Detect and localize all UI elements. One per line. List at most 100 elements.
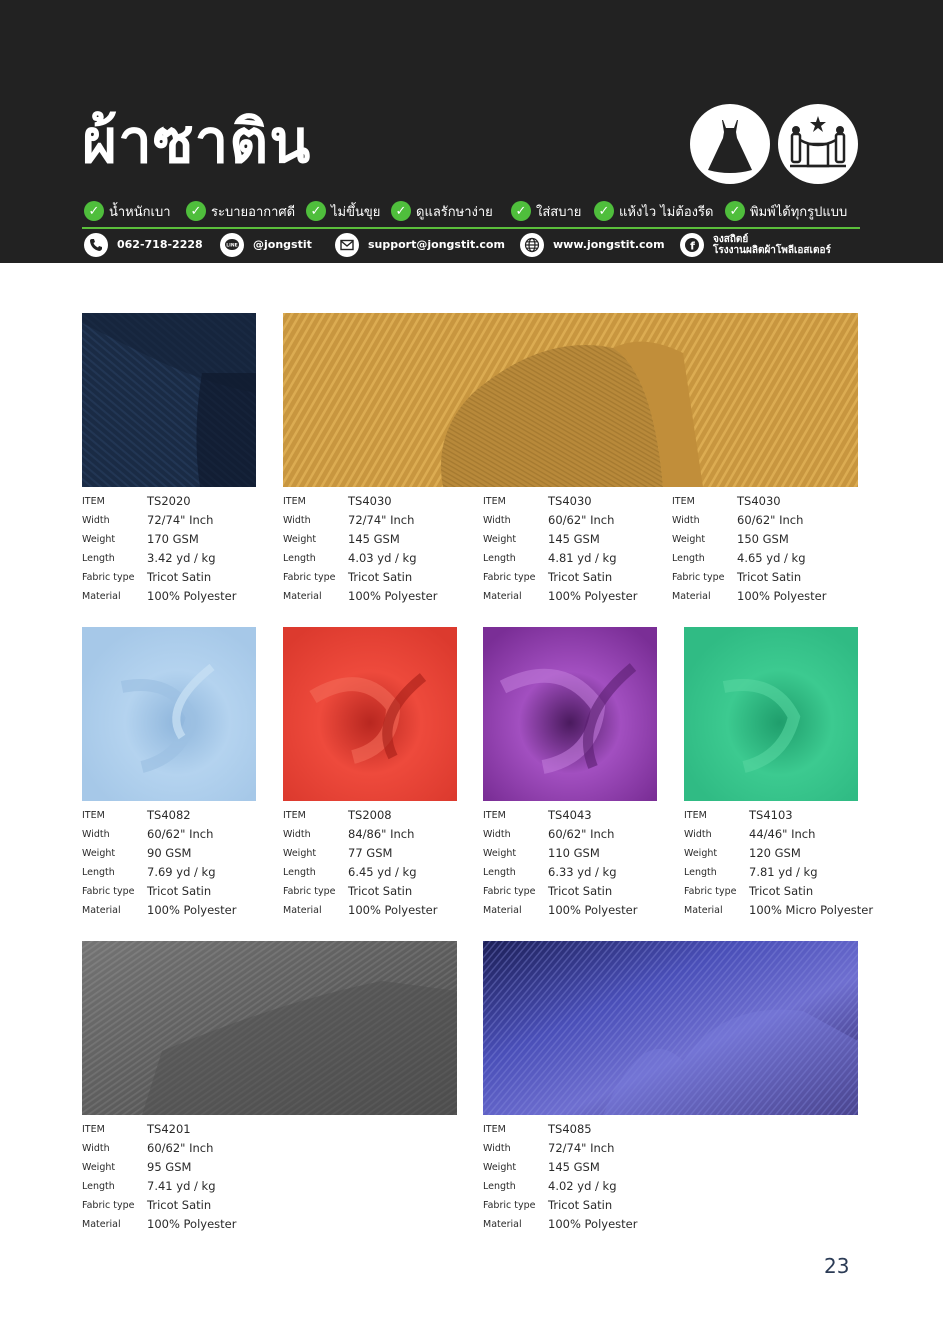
spec-label: Width — [483, 515, 511, 526]
spec-label: Fabric type — [483, 572, 536, 583]
spec-value-weight: 170 GSM — [147, 532, 199, 546]
spec-value-material: 100% Polyester — [147, 589, 237, 603]
feature-item: ✓ ไม่ขึ้นขุย — [306, 200, 380, 222]
facebook-contact[interactable]: f จงสถิตย์ โรงงานผลิตผ้าโพลีเอสเตอร์ — [680, 233, 831, 257]
spec-row-material: Material 100% Polyester — [283, 901, 483, 920]
spec-label: Material — [82, 905, 121, 916]
spec-value-weight: 90 GSM — [147, 846, 192, 860]
fabric-spec-table: ITEM TS4030 Width 72/74" Inch Weight 145 GSM L… — [283, 492, 483, 606]
spec-row-item: ITEM TS4082 — [82, 806, 282, 825]
spec-value-length: 6.33 yd / kg — [548, 865, 617, 879]
spec-row-item: ITEM TS4030 — [672, 492, 872, 511]
spec-value-item: TS4085 — [548, 1122, 592, 1136]
spec-label: ITEM — [672, 496, 695, 507]
spec-row-item: ITEM TS4030 — [283, 492, 483, 511]
spec-value-width: 60/62" Inch — [147, 827, 214, 841]
spec-label: Length — [483, 1181, 516, 1192]
spec-label: Weight — [483, 1162, 517, 1173]
spec-label: Length — [82, 553, 115, 564]
spec-label: Width — [283, 515, 311, 526]
fabric-spec-table: ITEM TS4030 Width 60/62" Inch Weight 145 GSM L… — [483, 492, 683, 606]
spec-label: Weight — [82, 1162, 116, 1173]
facebook-name: จงสถิตย์ โรงงานผลิตผ้าโพลีเอสเตอร์ — [704, 234, 831, 256]
spec-row-fabric-type: Fabric type Tricot Satin — [483, 1196, 683, 1215]
spec-row-width: Width 60/62" Inch — [82, 825, 282, 844]
spec-label: ITEM — [82, 496, 105, 507]
award-stage-icon — [778, 104, 858, 184]
spec-row-width: Width 44/46" Inch — [684, 825, 884, 844]
spec-label: Material — [684, 905, 723, 916]
divider — [82, 227, 860, 229]
spec-label: ITEM — [82, 1124, 105, 1135]
spec-row-weight: Weight 145 GSM — [283, 530, 483, 549]
feature-item: ✓ พิมพ์ได้ทุกรูปแบบ — [725, 200, 847, 222]
spec-label: ITEM — [483, 810, 506, 821]
spec-label: Fabric type — [684, 886, 737, 897]
spec-row-material: Material 100% Polyester — [483, 1215, 683, 1234]
spec-label: Fabric type — [283, 886, 336, 897]
spec-value-fabric-type: Tricot Satin — [147, 884, 212, 898]
facebook-line-2: โรงงานผลิตผ้าโพลีเอสเตอร์ — [713, 245, 831, 256]
website-contact[interactable]: www.jongstit.com — [520, 233, 665, 257]
spec-label: ITEM — [283, 810, 306, 821]
spec-value-width: 60/62" Inch — [548, 827, 615, 841]
fabric-swatch-image — [82, 313, 256, 487]
spec-value-item: TS4043 — [548, 808, 592, 822]
spec-value-length: 4.03 yd / kg — [348, 551, 417, 565]
spec-row-weight: Weight 110 GSM — [483, 844, 683, 863]
spec-row-length: Length 4.02 yd / kg — [483, 1177, 683, 1196]
spec-row-fabric-type: Fabric type Tricot Satin — [283, 568, 483, 587]
spec-row-fabric-type: Fabric type Tricot Satin — [672, 568, 872, 587]
spec-value-item: TS4030 — [548, 494, 592, 508]
website-url: www.jongstit.com — [553, 238, 665, 251]
spec-row-length: Length 4.81 yd / kg — [483, 549, 683, 568]
spec-row-length: Length 3.42 yd / kg — [82, 549, 282, 568]
spec-row-item: ITEM TS4043 — [483, 806, 683, 825]
spec-row-weight: Weight 145 GSM — [483, 1158, 683, 1177]
check-icon: ✓ — [306, 201, 326, 221]
line-contact[interactable]: LINE @jongstit — [220, 233, 312, 257]
spec-label: Weight — [283, 848, 317, 859]
phone-contact[interactable]: 062-718-2228 — [84, 233, 203, 257]
spec-value-material: 100% Micro Polyester — [749, 903, 874, 917]
spec-label: Weight — [483, 848, 517, 859]
spec-value-width: 72/74" Inch — [147, 513, 214, 527]
spec-row-length: Length 6.45 yd / kg — [283, 863, 483, 882]
fabric-swatch-image — [684, 627, 858, 801]
spec-label: ITEM — [483, 496, 506, 507]
spec-label: Material — [672, 591, 711, 602]
spec-value-material: 100% Polyester — [147, 1217, 237, 1231]
spec-value-length: 4.81 yd / kg — [548, 551, 617, 565]
spec-row-item: ITEM TS4085 — [483, 1120, 683, 1139]
spec-row-material: Material 100% Polyester — [82, 1215, 282, 1234]
spec-label: Width — [82, 515, 110, 526]
spec-value-width: 72/74" Inch — [348, 513, 415, 527]
spec-label: Length — [82, 867, 115, 878]
spec-label: Weight — [672, 534, 706, 545]
spec-row-width: Width 60/62" Inch — [672, 511, 872, 530]
spec-label: ITEM — [82, 810, 105, 821]
spec-value-length: 7.81 yd / kg — [749, 865, 818, 879]
spec-label: Material — [483, 905, 522, 916]
email-contact[interactable]: support@jongstit.com — [335, 233, 505, 257]
spec-label: Material — [483, 1219, 522, 1230]
phone-icon — [84, 233, 108, 257]
spec-row-width: Width 84/86" Inch — [283, 825, 483, 844]
spec-value-fabric-type: Tricot Satin — [147, 570, 212, 584]
spec-row-material: Material 100% Polyester — [283, 587, 483, 606]
spec-value-weight: 145 GSM — [548, 1160, 600, 1174]
feature-item: ✓ ใส่สบาย — [511, 200, 581, 222]
spec-row-fabric-type: Fabric type Tricot Satin — [82, 568, 282, 587]
spec-label: Length — [82, 1181, 115, 1192]
check-icon: ✓ — [725, 201, 745, 221]
feature-item: ✓ ดูแลรักษาง่าย — [391, 200, 493, 222]
spec-value-length: 6.45 yd / kg — [348, 865, 417, 879]
spec-value-length: 7.41 yd / kg — [147, 1179, 216, 1193]
feature-label: ใส่สบาย — [536, 204, 582, 220]
spec-label: Fabric type — [672, 572, 725, 583]
spec-row-fabric-type: Fabric type Tricot Satin — [483, 882, 683, 901]
spec-row-fabric-type: Fabric type Tricot Satin — [82, 882, 282, 901]
spec-value-length: 3.42 yd / kg — [147, 551, 216, 565]
feature-label: แห้งไว ไม่ต้องรีด — [619, 204, 714, 220]
spec-label: Length — [283, 553, 316, 564]
